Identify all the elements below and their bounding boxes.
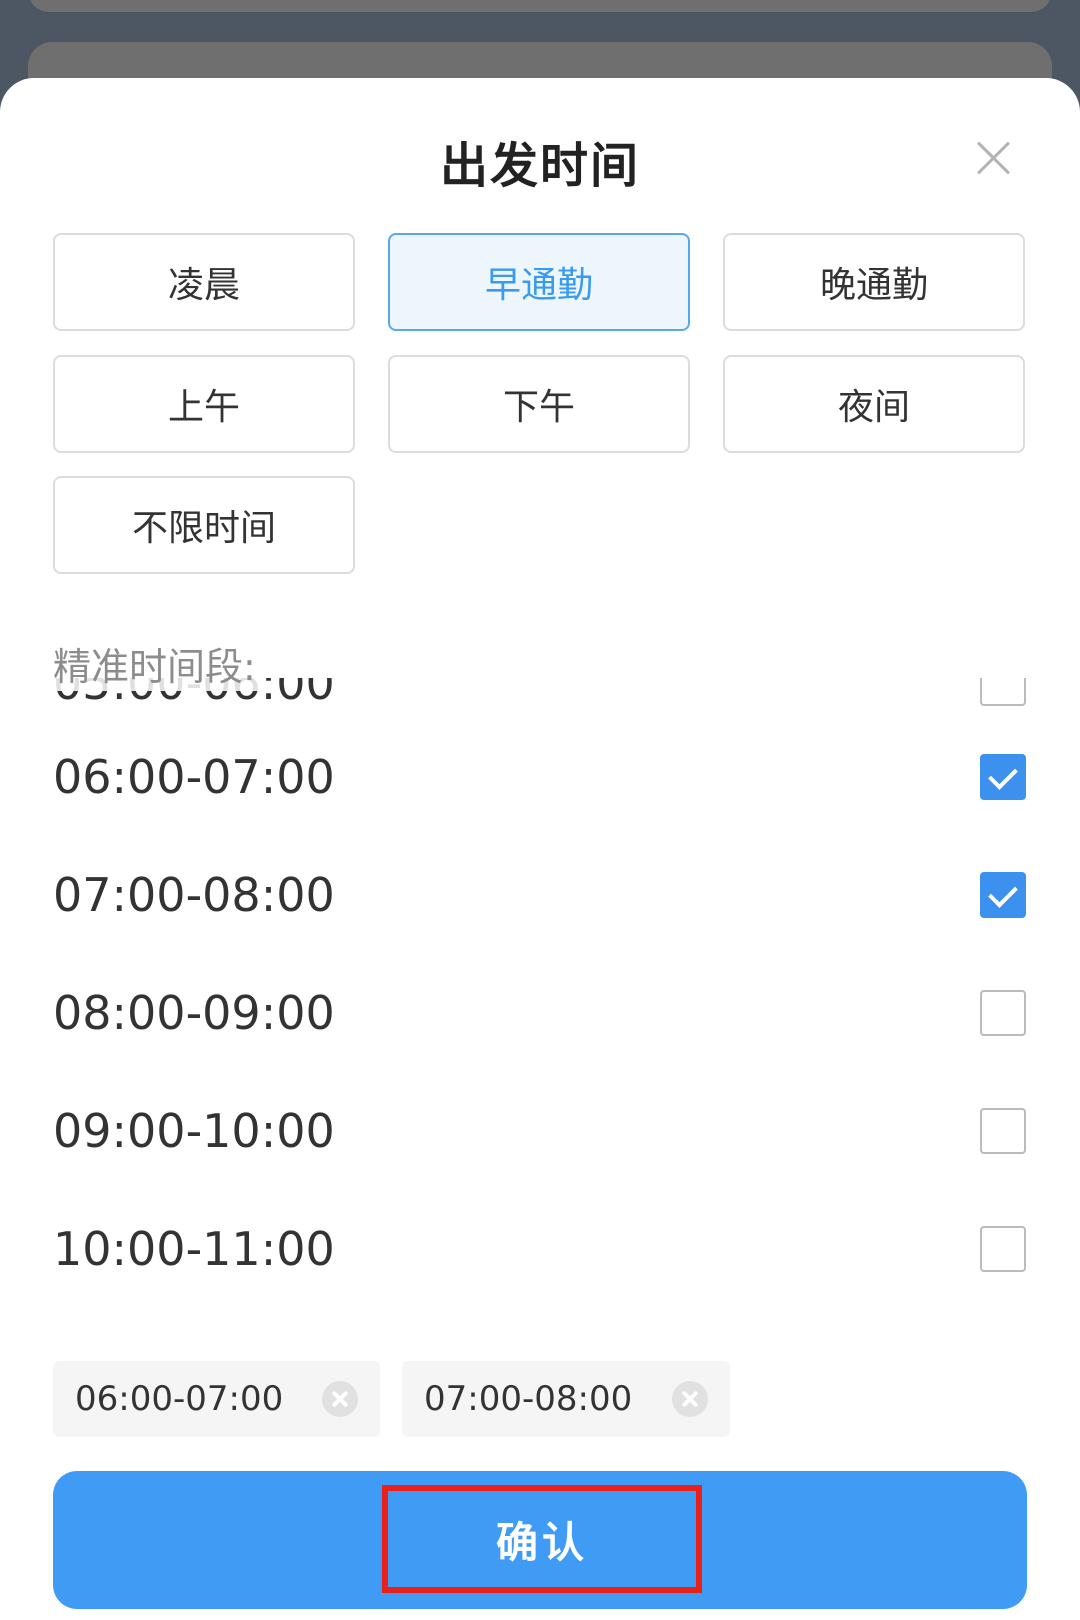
time-slot-label: 09:00-10:00	[53, 1104, 335, 1158]
time-slot-list[interactable]: 05:00-06:00 06:00-07:00 07:00-08:00 08:0…	[0, 678, 1080, 1378]
time-slot-checkbox[interactable]	[980, 678, 1026, 706]
time-slot-label: 06:00-07:00	[53, 750, 335, 804]
chip-label: 06:00-07:00	[75, 1379, 284, 1419]
remove-chip-icon[interactable]	[672, 1381, 708, 1417]
preset-forenoon[interactable]: 上午	[53, 355, 355, 453]
time-slot-checkbox[interactable]	[980, 1226, 1026, 1272]
confirm-label: 确认	[495, 1517, 588, 1567]
time-slot-label: 08:00-09:00	[53, 986, 335, 1040]
chip-label: 07:00-08:00	[424, 1379, 633, 1419]
close-icon[interactable]	[972, 136, 1016, 180]
preset-early-morning[interactable]: 凌晨	[53, 233, 355, 331]
background-card	[28, 0, 1052, 12]
time-slot-checkbox[interactable]	[980, 754, 1026, 800]
time-slot-checkbox[interactable]	[980, 872, 1026, 918]
precise-time-label: 精准时间段:	[53, 636, 262, 691]
time-slot-row[interactable]: 07:00-08:00	[0, 836, 1080, 954]
time-slot-row[interactable]: 08:00-09:00	[0, 954, 1080, 1072]
time-slot-checkbox[interactable]	[980, 1108, 1026, 1154]
preset-evening-commute[interactable]: 晚通勤	[723, 233, 1025, 331]
selected-slot-chip: 06:00-07:00	[53, 1361, 380, 1437]
dialog-title: 出发时间	[439, 138, 640, 194]
confirm-button[interactable]: 确认	[53, 1471, 1027, 1609]
remove-chip-icon[interactable]	[322, 1381, 358, 1417]
departure-time-sheet: 出发时间 凌晨 早通勤 晚通勤 上午 下午 夜间 不限时间 精准时间段: 05:…	[0, 78, 1080, 1620]
preset-morning-commute[interactable]: 早通勤	[388, 233, 690, 331]
time-slot-row[interactable]: 06:00-07:00	[0, 718, 1080, 836]
selected-slot-chip: 07:00-08:00	[402, 1361, 730, 1437]
preset-any-time[interactable]: 不限时间	[53, 476, 355, 574]
time-slot-row[interactable]: 09:00-10:00	[0, 1072, 1080, 1190]
preset-night[interactable]: 夜间	[723, 355, 1025, 453]
time-slot-label: 10:00-11:00	[53, 1222, 335, 1276]
time-slot-checkbox[interactable]	[980, 990, 1026, 1036]
highlight-box: 确认	[382, 1485, 702, 1593]
time-slot-row[interactable]: 10:00-11:00	[0, 1190, 1080, 1308]
preset-afternoon[interactable]: 下午	[388, 355, 690, 453]
time-slot-label: 07:00-08:00	[53, 868, 335, 922]
